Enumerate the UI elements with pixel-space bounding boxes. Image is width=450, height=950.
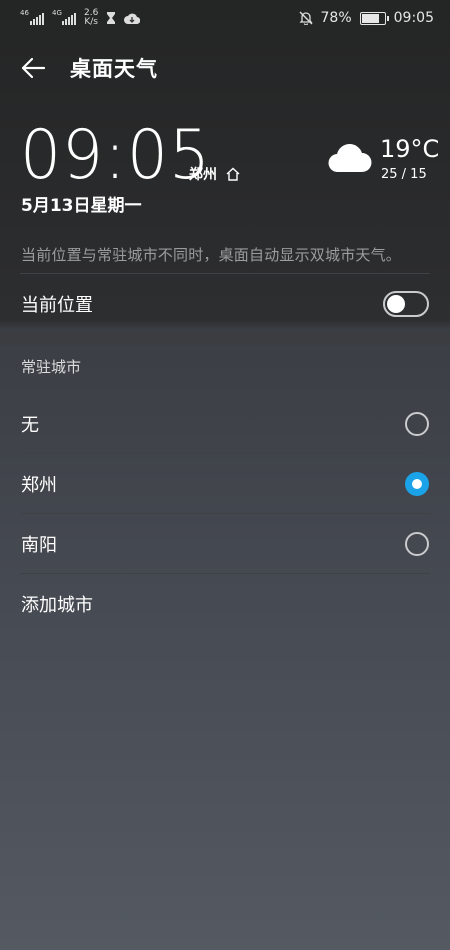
current-location-row[interactable]: 当前位置	[0, 284, 450, 324]
battery-icon	[359, 11, 389, 25]
city-option-nanyang[interactable]: 南阳	[0, 514, 450, 574]
current-location-toggle[interactable]	[383, 291, 429, 317]
city-option-label: 郑州	[21, 475, 57, 496]
add-city-label: 添加城市	[21, 595, 93, 616]
battery-percent: 78%	[320, 10, 352, 26]
add-city-button[interactable]: 添加城市	[0, 574, 450, 634]
clock-time: 09:05	[20, 116, 211, 195]
signal-network-tag-2: 4G	[52, 9, 62, 17]
city-option-zhengzhou[interactable]: 郑州	[0, 454, 450, 514]
dual-city-description: 当前位置与常驻城市不同时，桌面自动显示双城市天气。	[21, 246, 402, 264]
home-icon	[226, 167, 240, 181]
page-title: 桌面天气	[70, 57, 158, 81]
clock-date: 5月13日星期一	[21, 196, 142, 216]
clock-city: 郑州	[189, 164, 241, 184]
network-speed-unit: K/s	[84, 17, 98, 27]
city-option-label: 无	[21, 415, 39, 436]
status-right: 78% 09:05	[298, 10, 434, 26]
current-location-label: 当前位置	[21, 295, 93, 316]
radio-button[interactable]	[405, 412, 429, 436]
city-option-none[interactable]: 无	[0, 394, 450, 454]
temperature: 19°C	[380, 135, 440, 163]
cloud-sync-icon	[124, 13, 141, 24]
divider	[20, 273, 430, 274]
radio-button-selected[interactable]	[405, 472, 429, 496]
resident-city-header: 常驻城市	[21, 358, 82, 376]
radio-button[interactable]	[405, 532, 429, 556]
back-button[interactable]	[0, 46, 70, 90]
temperature-range: 25 / 15	[381, 167, 427, 182]
city-option-label: 南阳	[21, 535, 57, 556]
signal-network-tag: 46	[20, 9, 29, 17]
hourglass-icon	[107, 12, 116, 24]
status-time: 09:05	[393, 10, 434, 26]
arrow-left-icon	[21, 57, 46, 79]
signal-icon: 46	[20, 9, 44, 25]
section-separator	[0, 333, 450, 345]
app-bar: 桌面天气	[0, 46, 450, 90]
cloud-icon	[328, 144, 372, 173]
status-left: 46 4G 2.6 K/s	[20, 9, 141, 27]
bell-mute-icon	[298, 11, 313, 25]
status-bar: 46 4G 2.6 K/s 78% 09:05	[0, 0, 450, 36]
network-speed: 2.6 K/s	[84, 9, 98, 27]
clock-city-label: 郑州	[189, 167, 217, 183]
signal-icon-2: 4G	[52, 9, 76, 25]
